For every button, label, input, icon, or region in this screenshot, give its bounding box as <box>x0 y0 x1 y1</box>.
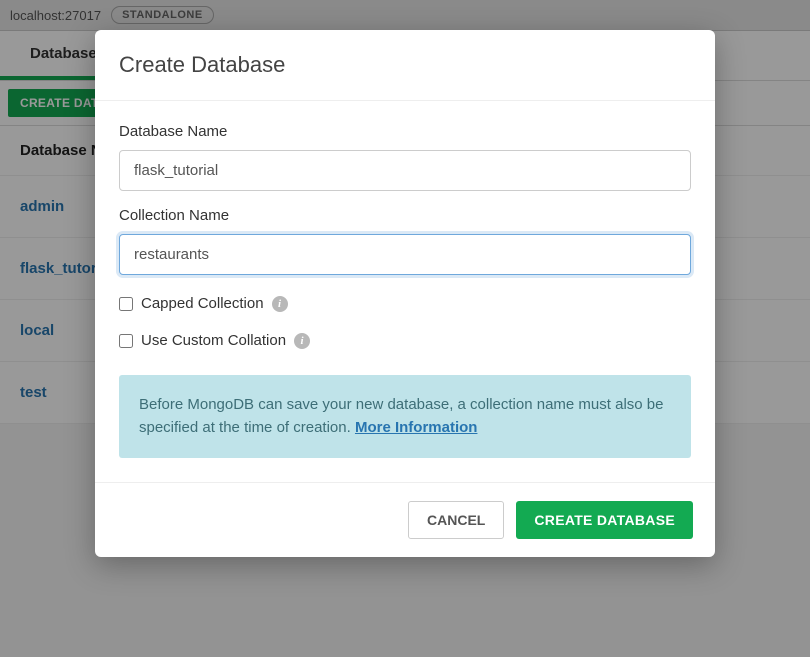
modal-body: Database Name Collection Name Capped Col… <box>95 101 715 482</box>
database-name-input[interactable] <box>119 150 691 191</box>
modal-overlay[interactable]: Create Database Database Name Collection… <box>0 0 810 657</box>
create-database-modal: Create Database Database Name Collection… <box>95 30 715 557</box>
info-banner: Before MongoDB can save your new databas… <box>119 375 691 458</box>
info-icon[interactable]: i <box>272 296 288 312</box>
custom-collation-checkbox[interactable] <box>119 334 133 348</box>
custom-collation-label: Use Custom Collation <box>141 332 286 349</box>
modal-title: Create Database <box>95 30 715 101</box>
custom-collation-row: Use Custom Collation i <box>119 332 691 349</box>
capped-collection-checkbox[interactable] <box>119 297 133 311</box>
collection-name-input[interactable] <box>119 234 691 275</box>
more-information-link[interactable]: More Information <box>355 419 478 436</box>
capped-collection-label: Capped Collection <box>141 295 264 312</box>
capped-collection-row: Capped Collection i <box>119 295 691 312</box>
info-icon[interactable]: i <box>294 333 310 349</box>
create-database-submit-button[interactable]: CREATE DATABASE <box>516 501 693 539</box>
modal-footer: CANCEL CREATE DATABASE <box>95 482 715 557</box>
database-name-label: Database Name <box>119 123 691 140</box>
cancel-button[interactable]: CANCEL <box>408 501 504 539</box>
collection-name-label: Collection Name <box>119 207 691 224</box>
